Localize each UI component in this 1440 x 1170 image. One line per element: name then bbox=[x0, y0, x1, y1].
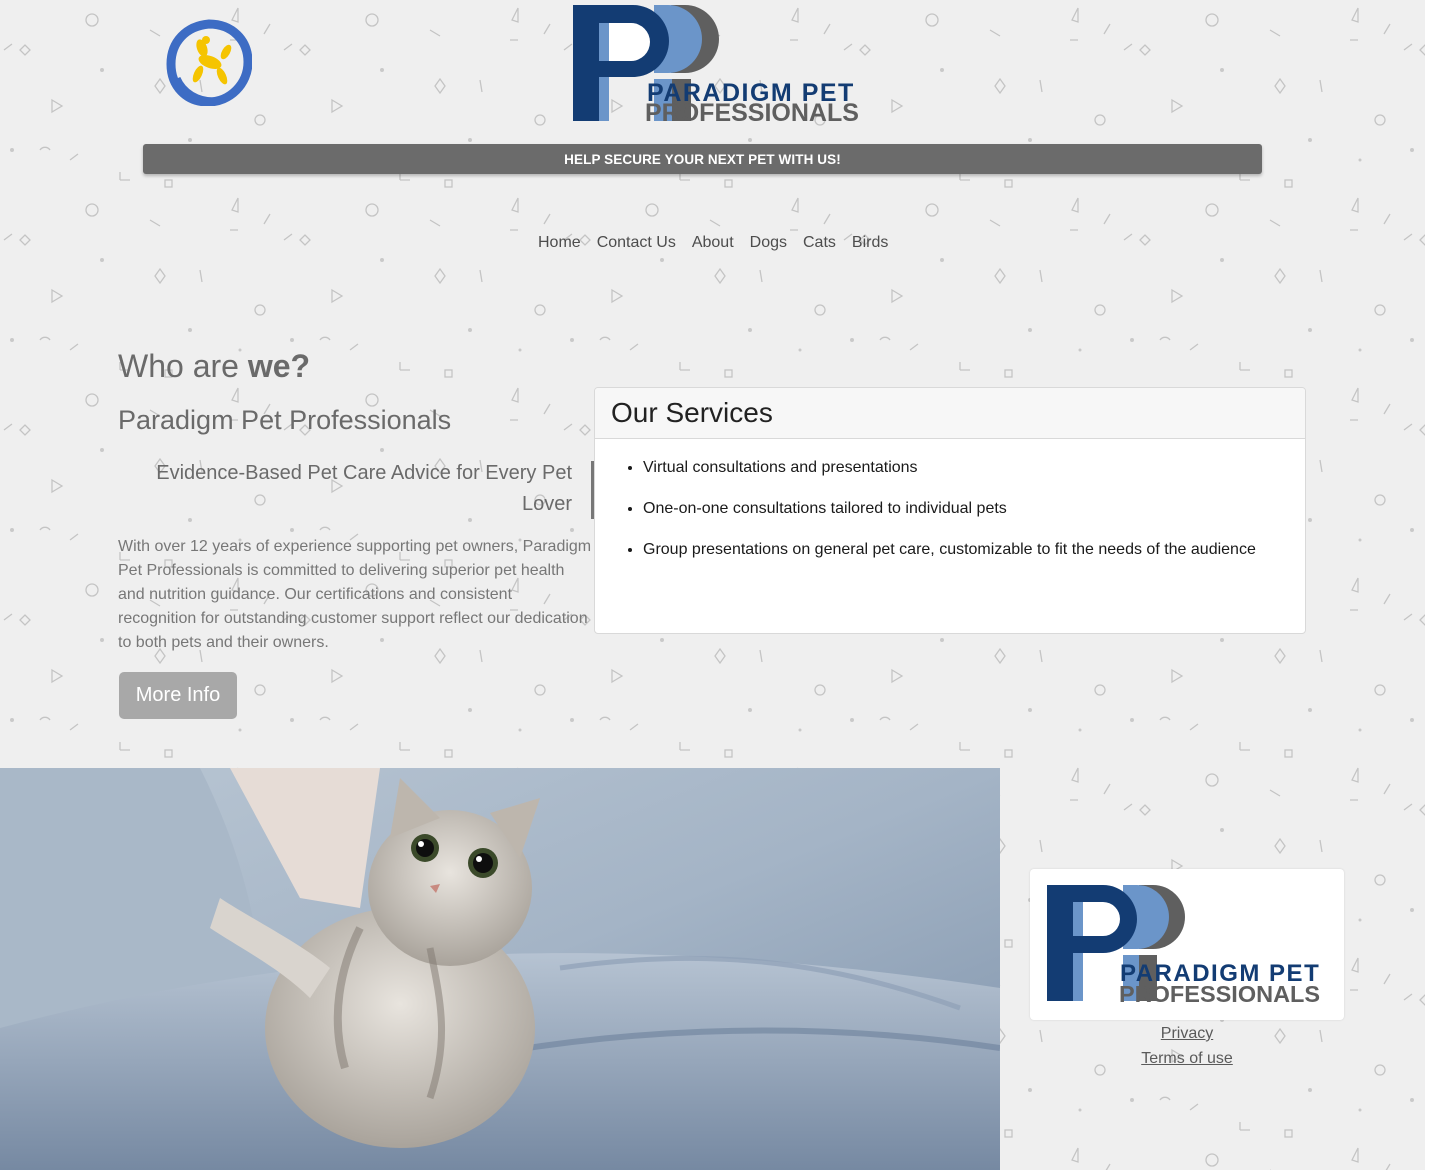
nav-about[interactable]: About bbox=[684, 230, 742, 256]
promo-text: HELP SECURE YOUR NEXT PET WITH US! bbox=[564, 151, 841, 167]
terms-link[interactable]: Terms of use bbox=[1030, 1046, 1344, 1071]
brand-name-line2: PROFESSIONALS bbox=[645, 99, 859, 125]
about-heading: Who are we? bbox=[118, 348, 310, 385]
services-card: Our Services Virtual consultations and p… bbox=[594, 387, 1306, 634]
about-quote: Evidence-Based Pet Care Advice for Every… bbox=[156, 462, 572, 515]
nav-home[interactable]: Home bbox=[530, 230, 589, 256]
privacy-link[interactable]: Privacy bbox=[1030, 1021, 1344, 1046]
nav-birds[interactable]: Birds bbox=[844, 230, 896, 256]
more-info-button[interactable]: More Info bbox=[119, 672, 237, 719]
services-title: Our Services bbox=[595, 388, 1305, 439]
promo-banner[interactable]: HELP SECURE YOUR NEXT PET WITH US! bbox=[143, 144, 1262, 174]
service-item: One-on-one consultations tailored to ind… bbox=[643, 496, 1305, 521]
kitten-photo bbox=[0, 768, 1000, 1170]
nav-dogs[interactable]: Dogs bbox=[742, 230, 795, 256]
about-heading-prefix: Who are bbox=[118, 348, 248, 384]
about-subheading: Paradigm Pet Professionals bbox=[118, 405, 452, 435]
footer-logo[interactable]: PARADIGM PET PROFESSIONALS bbox=[1030, 869, 1344, 1020]
services-list: Virtual consultations and presentations … bbox=[595, 455, 1305, 562]
footer-brand-line2: PROFESSIONALS bbox=[1119, 981, 1320, 1007]
brand-logo[interactable]: PARADIGM PET PROFESSIONALS bbox=[571, 3, 861, 127]
nav-contact-us[interactable]: Contact Us bbox=[589, 230, 684, 256]
about-heading-emphasis: we? bbox=[247, 348, 311, 384]
service-item: Virtual consultations and presentations bbox=[643, 455, 1305, 480]
footer-links: Privacy Terms of use bbox=[1030, 1021, 1344, 1071]
nav-cats[interactable]: Cats bbox=[795, 230, 844, 256]
main-nav: Home Contact Us About Dogs Cats Birds bbox=[530, 230, 896, 256]
balloon-dog-icon bbox=[166, 19, 253, 107]
scrollbar-gutter[interactable] bbox=[1425, 0, 1440, 1170]
about-body: With over 12 years of experience support… bbox=[118, 538, 592, 651]
badge-logo[interactable] bbox=[166, 18, 253, 107]
service-item: Group presentations on general pet care,… bbox=[643, 537, 1305, 562]
